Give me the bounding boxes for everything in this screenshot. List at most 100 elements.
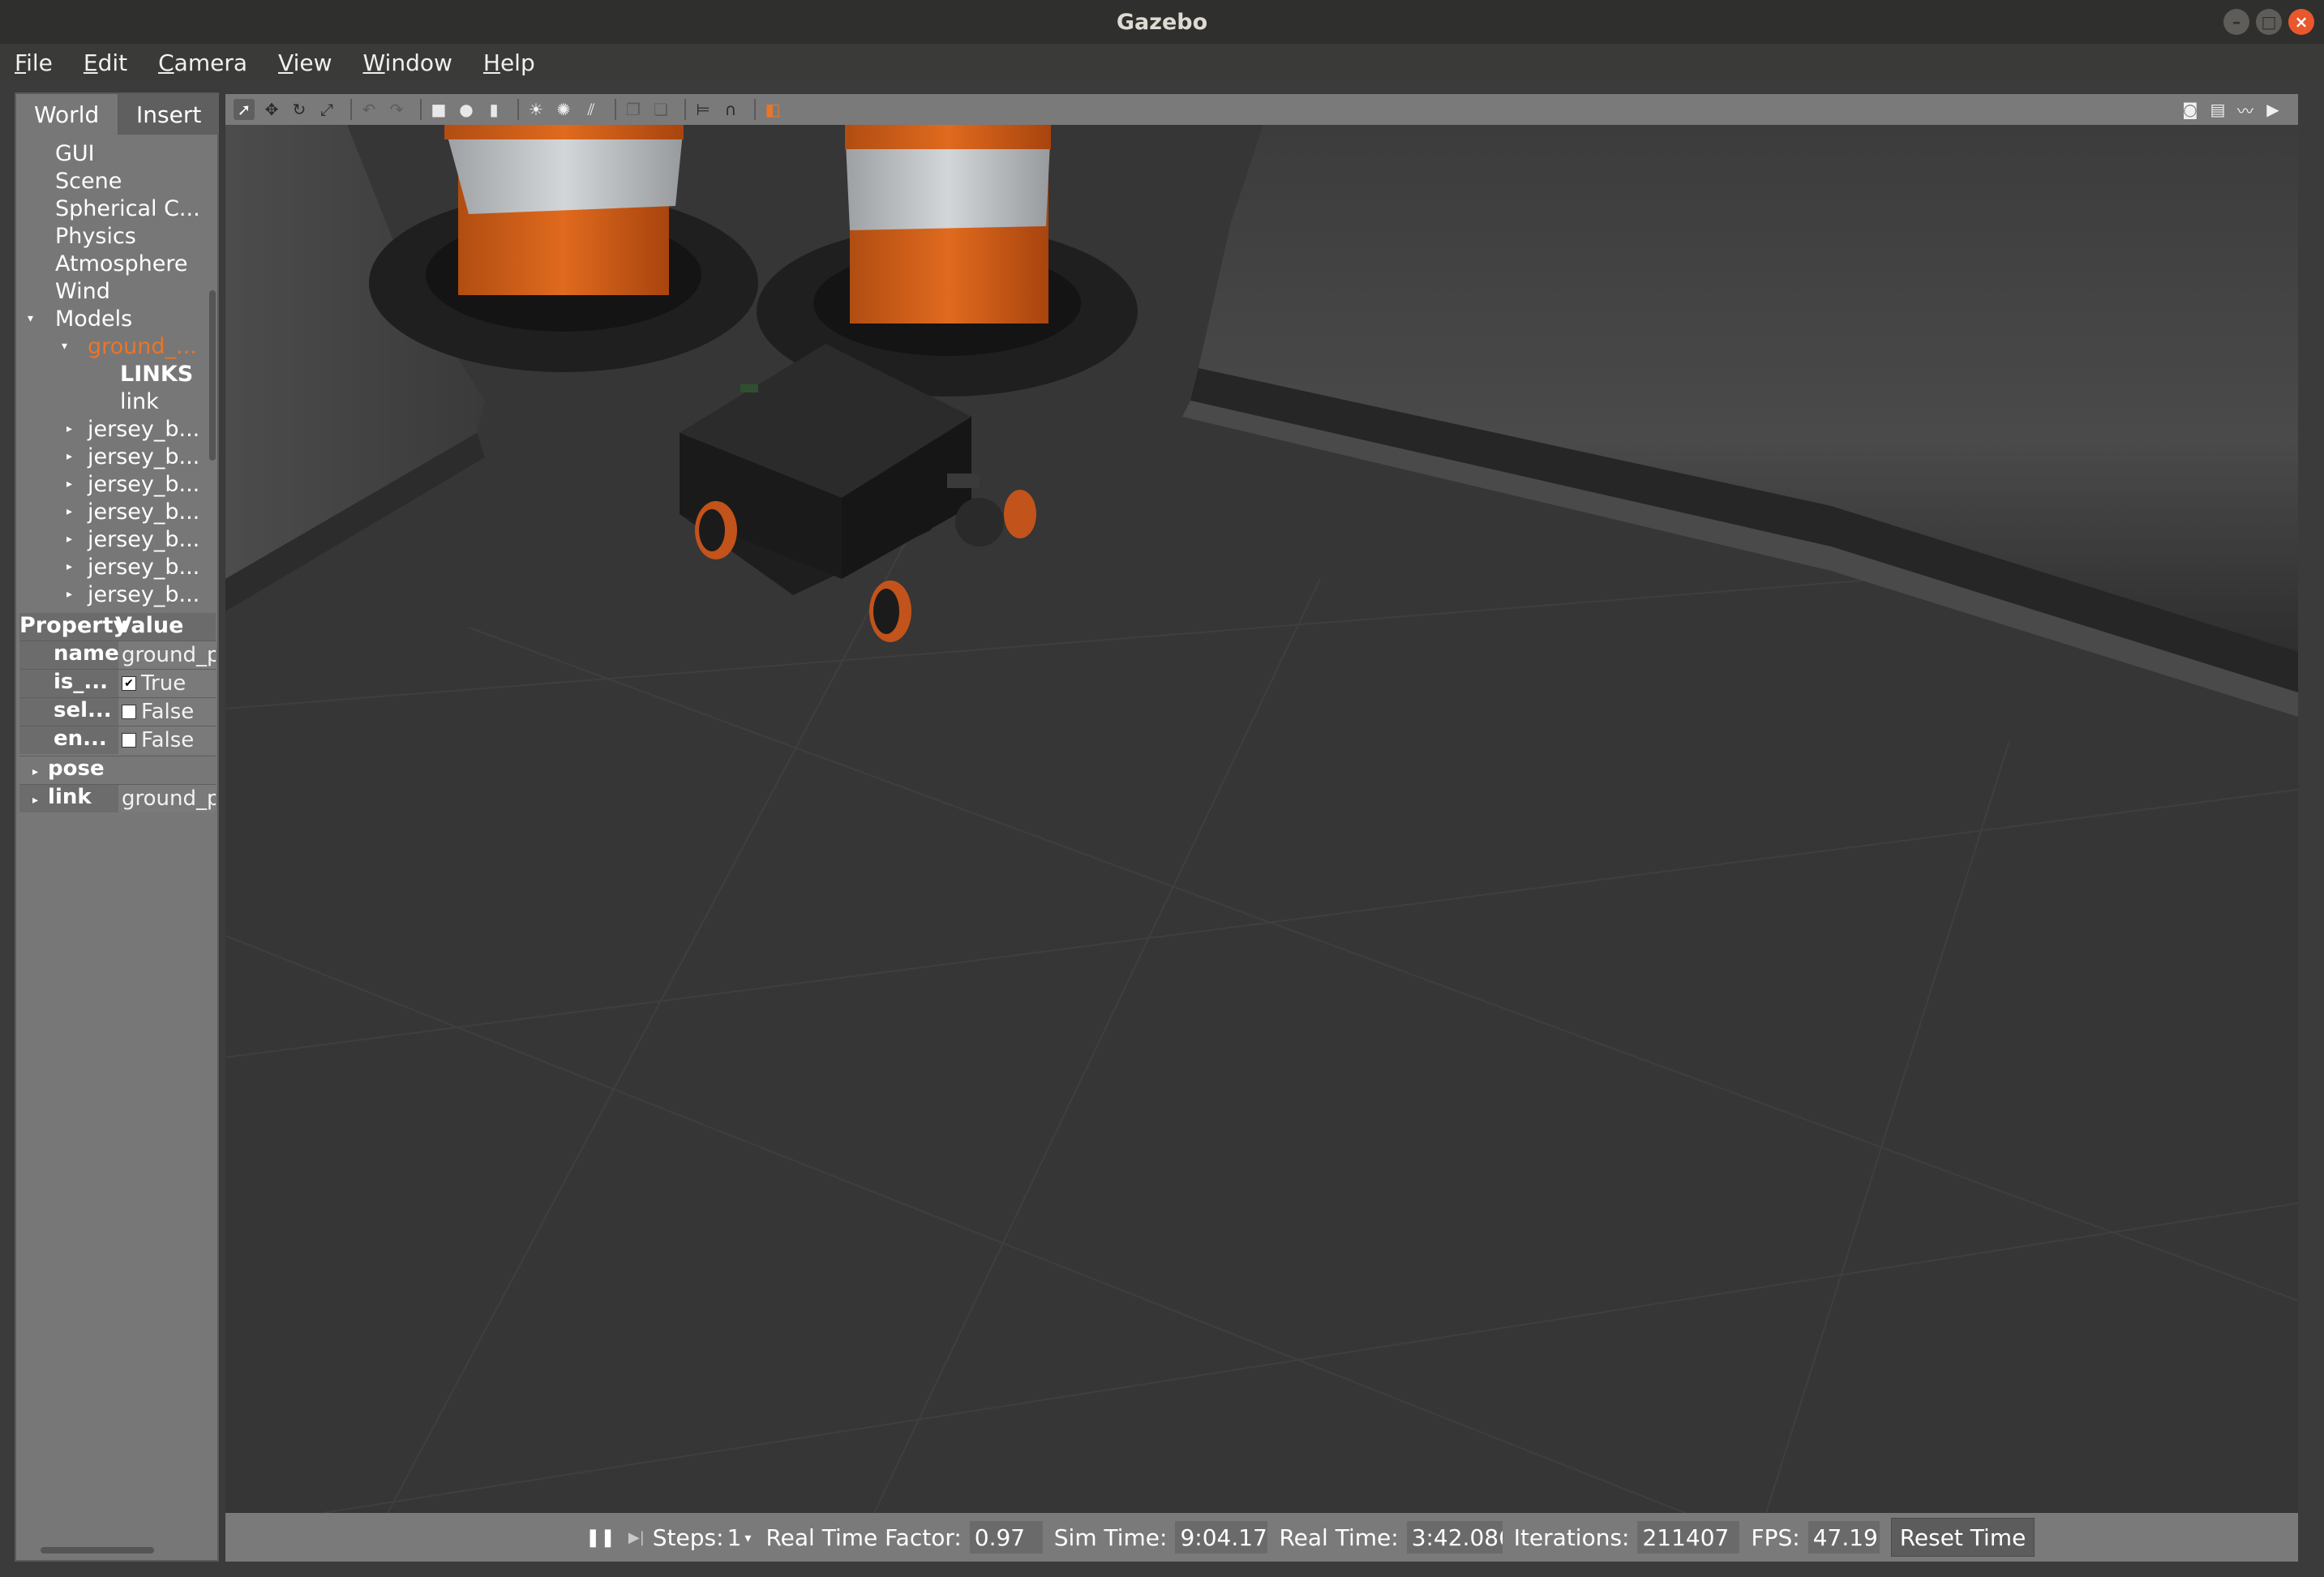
- select-icon[interactable]: ➚: [234, 99, 255, 120]
- property-row-pose[interactable]: ▸ pose: [19, 756, 216, 784]
- tree-scrollbar[interactable]: [209, 290, 216, 461]
- box-icon[interactable]: ■: [428, 99, 449, 120]
- menu-view[interactable]: View: [272, 48, 338, 78]
- collapse-arrow-icon[interactable]: ▸: [32, 794, 38, 807]
- menu-file[interactable]: File: [8, 48, 59, 78]
- property-column-header: Property: [19, 613, 128, 638]
- collapse-arrow-icon[interactable]: ▸: [66, 422, 81, 435]
- left-panel-tabs: World Insert: [16, 94, 221, 135]
- menu-window[interactable]: Window: [356, 48, 458, 78]
- tree-item-ground-plane[interactable]: ▾ ground_...: [62, 332, 197, 360]
- collapse-arrow-icon[interactable]: ▸: [66, 478, 81, 491]
- reset-time-button[interactable]: Reset Time: [1890, 1518, 2035, 1557]
- property-value: False: [141, 700, 195, 724]
- property-row-is-static[interactable]: is_... ✔ True: [19, 669, 216, 697]
- tab-insert[interactable]: Insert: [118, 94, 219, 135]
- collapse-arrow-icon[interactable]: ▸: [66, 505, 81, 518]
- property-row-name[interactable]: name ground_p: [19, 641, 216, 669]
- tree-item-link[interactable]: link: [120, 388, 159, 415]
- iterations-label: Iterations:: [1513, 1523, 1630, 1551]
- screenshot-icon[interactable]: ◙: [2180, 99, 2201, 120]
- property-key: sel...: [19, 698, 118, 726]
- tree-item-jersey-barrier[interactable]: ▸ jersey_b...: [66, 553, 199, 581]
- cylinder-icon[interactable]: ▮: [483, 99, 504, 120]
- tree-item-models[interactable]: ▾ Models: [28, 305, 132, 332]
- expand-arrow-icon[interactable]: ▾: [28, 312, 42, 325]
- window-title: Gazebo: [1116, 9, 1208, 35]
- collapse-arrow-icon[interactable]: ▸: [66, 560, 81, 573]
- log-icon[interactable]: ▤: [2207, 99, 2228, 120]
- scale-icon[interactable]: ⤢: [316, 99, 337, 120]
- checkbox-icon[interactable]: [122, 733, 136, 748]
- tab-world[interactable]: World: [16, 94, 118, 135]
- tree-item-jersey-barrier[interactable]: ▸ jersey_b...: [66, 470, 199, 498]
- undo-icon[interactable]: ↶: [358, 99, 379, 120]
- toolbar-right-group: ◙ ▤ 〰 ▶: [2180, 99, 2290, 121]
- tree-item-jersey-barrier[interactable]: ▸ jersey_b...: [66, 525, 199, 553]
- sim-time-value: 9:04.177: [1175, 1521, 1268, 1553]
- fps-value: 47.19: [1807, 1521, 1880, 1553]
- menu-edit[interactable]: Edit: [77, 48, 134, 78]
- property-row-link[interactable]: ▸ link ground_p: [19, 784, 216, 812]
- left-panel-scrollbar[interactable]: [41, 1547, 154, 1553]
- spot-light-icon[interactable]: ✺: [553, 99, 574, 120]
- rotate-icon[interactable]: ↻: [289, 99, 310, 120]
- property-row-self-collide[interactable]: sel... False: [19, 697, 216, 726]
- tree-item-spherical-coordinates[interactable]: Spherical C...: [55, 195, 200, 222]
- steps-label: Steps:: [652, 1523, 724, 1551]
- left-panel: World Insert GUI Scene Spherical C... Ph…: [15, 92, 219, 1562]
- sphere-icon[interactable]: ●: [456, 99, 477, 120]
- tree-item-gui[interactable]: GUI: [55, 139, 95, 167]
- step-icon[interactable]: ▶|: [628, 1529, 645, 1546]
- iterations-value: 211407: [1637, 1521, 1740, 1553]
- tree-item-links-header: LINKS: [120, 361, 194, 387]
- checkbox-icon[interactable]: [122, 705, 136, 719]
- expand-arrow-icon[interactable]: ▾: [62, 340, 76, 353]
- copy-icon[interactable]: ❐: [623, 99, 644, 120]
- steps-dropdown-icon[interactable]: ▾: [744, 1530, 751, 1545]
- video-icon[interactable]: ▶: [2262, 99, 2283, 120]
- snap-icon[interactable]: ∩: [720, 99, 741, 120]
- property-key: pose: [48, 756, 105, 781]
- checkbox-checked-icon[interactable]: ✔: [122, 676, 136, 691]
- toolbar-separator: [420, 99, 422, 120]
- tree-item-jersey-barrier[interactable]: ▸ jersey_b...: [66, 415, 199, 443]
- close-button[interactable]: ×: [2288, 9, 2314, 35]
- scene-viewport[interactable]: [225, 125, 2298, 1513]
- real-time-value: 3:42.086: [1406, 1521, 1503, 1553]
- tree-item-jersey-barrier[interactable]: ▸ jersey_b...: [66, 581, 199, 608]
- tree-item-physics[interactable]: Physics: [55, 222, 136, 250]
- plot-icon[interactable]: 〰: [2235, 99, 2256, 121]
- view-angle-icon[interactable]: ◧: [762, 99, 783, 120]
- menu-camera[interactable]: Camera: [152, 48, 254, 78]
- paste-icon[interactable]: ❏: [650, 99, 671, 120]
- menu-help[interactable]: Help: [477, 48, 542, 78]
- property-table: Property Value name ground_p is_... ✔ Tru…: [19, 613, 216, 812]
- toolbar-separator: [350, 99, 352, 120]
- collapse-arrow-icon[interactable]: ▸: [66, 533, 81, 546]
- redo-icon[interactable]: ↷: [386, 99, 407, 120]
- property-value: False: [141, 728, 195, 752]
- value-column-header: Value: [115, 613, 184, 638]
- property-row-enable-wind[interactable]: en... False: [19, 726, 216, 754]
- maximize-button[interactable]: □: [2256, 9, 2282, 35]
- collapse-arrow-icon[interactable]: ▸: [66, 450, 81, 463]
- point-light-icon[interactable]: ☀: [525, 99, 547, 120]
- directional-light-icon[interactable]: ⫽: [581, 99, 602, 120]
- sim-time-label: Sim Time:: [1053, 1523, 1168, 1551]
- steps-value[interactable]: 1: [727, 1524, 742, 1551]
- scene-render: [225, 125, 2298, 1513]
- toolbar-separator: [615, 99, 616, 120]
- tree-item-scene[interactable]: Scene: [55, 167, 122, 195]
- translate-icon[interactable]: ✥: [261, 99, 282, 120]
- tree-item-jersey-barrier[interactable]: ▸ jersey_b...: [66, 443, 199, 470]
- collapse-arrow-icon[interactable]: ▸: [32, 765, 38, 778]
- tree-item-atmosphere[interactable]: Atmosphere: [55, 250, 187, 277]
- align-icon[interactable]: ⊨: [692, 99, 714, 120]
- tree-item-jersey-barrier[interactable]: ▸ jersey_b...: [66, 498, 199, 525]
- minimize-button[interactable]: –: [2223, 9, 2249, 35]
- fps-label: FPS:: [1751, 1523, 1800, 1551]
- collapse-arrow-icon[interactable]: ▸: [66, 588, 81, 601]
- tree-item-wind[interactable]: Wind: [55, 277, 110, 305]
- pause-icon[interactable]: ❚❚: [585, 1528, 615, 1548]
